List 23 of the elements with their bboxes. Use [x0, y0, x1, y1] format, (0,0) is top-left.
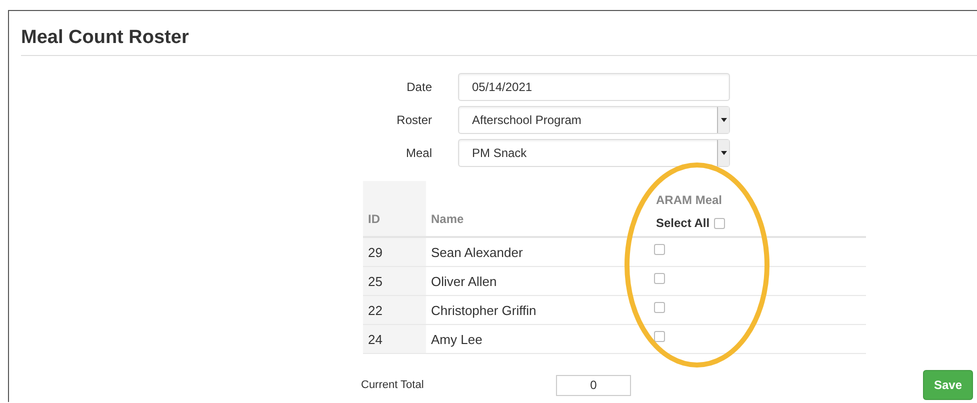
checkbox[interactable] — [714, 218, 725, 228]
checkbox[interactable] — [654, 244, 665, 255]
table-cell: 24 — [363, 325, 426, 354]
select-field[interactable]: Afterschool Program — [458, 106, 730, 134]
table-cell: 22 — [363, 296, 426, 325]
select-all-label: Select All — [656, 216, 710, 230]
field-label: Roster — [396, 113, 432, 127]
column-header: ID — [363, 181, 426, 238]
field-label: Date — [406, 80, 432, 94]
field-label: Meal — [404, 146, 432, 160]
checkbox[interactable] — [654, 331, 665, 342]
total-field[interactable]: 0 — [556, 374, 631, 396]
table-cell: 29 — [363, 238, 426, 267]
caret-icon — [720, 151, 726, 155]
table-cell: 25 — [363, 267, 426, 296]
select-field[interactable]: PM Snack — [458, 139, 730, 167]
checkbox[interactable] — [654, 273, 665, 284]
checkbox[interactable] — [654, 302, 665, 313]
page-title: Meal Count Roster — [21, 11, 977, 56]
column-header: ARAM Meal — [656, 193, 724, 207]
caret-icon — [720, 118, 726, 122]
total-label: Current Total — [361, 379, 425, 391]
input-field[interactable]: 05/14/2021 — [458, 73, 730, 101]
